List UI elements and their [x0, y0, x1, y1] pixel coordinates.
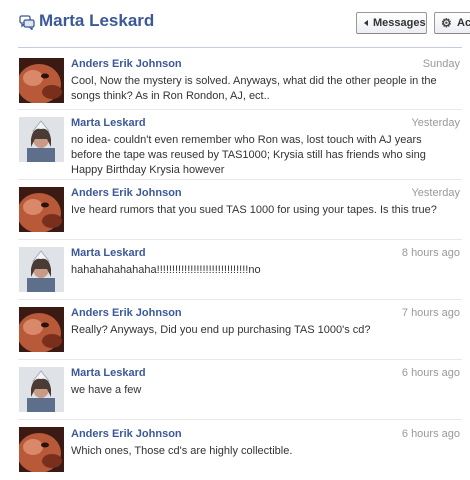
avatar[interactable] — [19, 247, 64, 292]
message-timestamp: 7 hours ago — [401, 307, 460, 319]
chevron-left-icon — [364, 20, 368, 26]
header-divider — [18, 47, 462, 48]
sender-name[interactable]: Anders Erik Johnson — [71, 307, 182, 319]
avatar[interactable] — [19, 58, 64, 103]
message-divider — [18, 109, 462, 110]
sender-name[interactable]: Anders Erik Johnson — [71, 428, 182, 440]
sender-name[interactable]: Marta Leskard — [71, 247, 146, 259]
avatar[interactable] — [19, 367, 64, 412]
message-text: Ive heard rumors that you sued TAS 1000 … — [71, 204, 437, 216]
message-timestamp: 6 hours ago — [401, 428, 460, 440]
avatar[interactable] — [19, 307, 64, 352]
messages-button[interactable]: Messages — [356, 12, 427, 34]
chat-bubbles-icon — [19, 14, 35, 32]
messages-button-label: Messages — [373, 17, 426, 29]
actions-button[interactable]: ⚙ Ac — [434, 12, 470, 34]
message-divider — [18, 359, 462, 360]
message-divider — [18, 299, 462, 300]
sender-name[interactable]: Marta Leskard — [71, 117, 146, 129]
message-timestamp: 6 hours ago — [401, 367, 460, 379]
page-title: Marta Leskard — [39, 11, 155, 30]
message-divider — [18, 239, 462, 240]
message-timestamp: Yesterday — [411, 117, 460, 129]
avatar[interactable] — [19, 117, 64, 162]
thread-header: Marta Leskard Messages ⚙ Ac — [0, 0, 470, 50]
gear-icon: ⚙ — [441, 16, 452, 30]
message-timestamp: Sunday — [422, 58, 460, 70]
message-timestamp: 8 hours ago — [401, 247, 460, 259]
avatar[interactable] — [19, 187, 64, 232]
message-text: Which ones, Those cd's are highly collec… — [71, 445, 293, 457]
message-timestamp: Yesterday — [411, 187, 460, 199]
actions-button-label: Ac — [457, 17, 470, 29]
message-divider — [18, 179, 462, 180]
sender-name[interactable]: Anders Erik Johnson — [71, 187, 182, 199]
message-text: hahahahahahaha!!!!!!!!!!!!!!!!!!!!!!!!!!… — [71, 264, 261, 276]
message-text: we have a few — [71, 384, 142, 396]
message-text: no idea- couldn't even remember who Ron … — [71, 134, 426, 176]
sender-name[interactable]: Anders Erik Johnson — [71, 58, 182, 70]
message-text: Cool, Now the mystery is solved. Anyways… — [71, 75, 437, 102]
message-divider — [18, 419, 462, 420]
sender-name[interactable]: Marta Leskard — [71, 367, 146, 379]
avatar[interactable] — [19, 427, 64, 472]
message-text: Really? Anyways, Did you end up purchasi… — [71, 324, 371, 336]
